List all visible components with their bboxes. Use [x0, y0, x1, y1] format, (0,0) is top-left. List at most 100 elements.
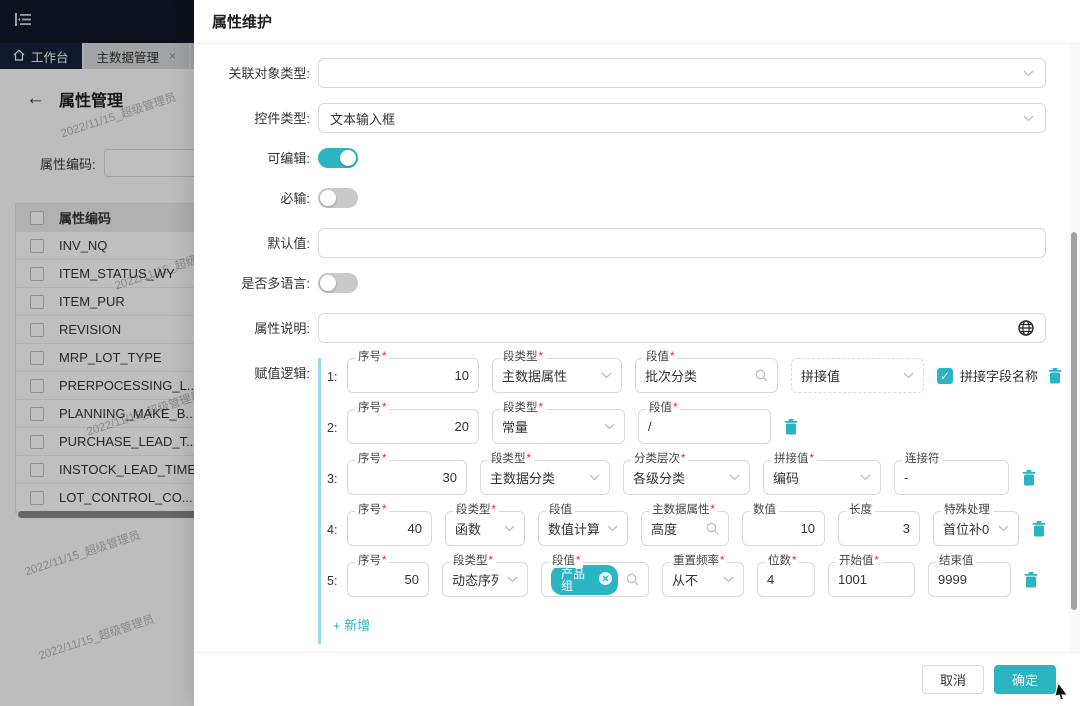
- field-label: 赋值逻辑:: [254, 366, 310, 381]
- field-value: 各级分类: [633, 471, 686, 486]
- select-特殊处理[interactable]: 特殊处理首位补0: [933, 504, 1019, 546]
- select-重置频率[interactable]: 重置频率* 从不: [662, 555, 744, 597]
- field-value: 主数据属性: [502, 369, 568, 384]
- field-value: 20: [454, 419, 469, 434]
- field-label: 必输:: [280, 191, 310, 206]
- input-序号[interactable]: 序号* 50: [347, 555, 429, 597]
- field-value: 3: [902, 521, 910, 536]
- select-分类层次[interactable]: 分类层次* 各级分类: [623, 453, 750, 495]
- attribute-maintenance-drawer: 属性维护 关联对象类型: 控件类型: 文本输入框 可编辑: 必输: 默认值: 是否多语言: 属…: [194, 0, 1080, 706]
- ok-button[interactable]: 确定: [993, 665, 1056, 694]
- select-段类型[interactable]: 段类型* 常量: [492, 402, 625, 444]
- field-value: 40: [407, 521, 422, 536]
- search-主数据属性[interactable]: 主数据属性* 高度: [641, 504, 729, 546]
- floating-label: 重置频率*: [670, 555, 728, 568]
- toggle-必输[interactable]: [318, 188, 358, 208]
- field-value: 从不: [672, 573, 699, 588]
- chevron-down-icon: [729, 474, 740, 481]
- floating-label: 连接符: [902, 453, 943, 466]
- input-位数[interactable]: 位数* 4: [757, 555, 815, 597]
- select-段类型[interactable]: 段类型* 函数: [445, 504, 525, 546]
- checkbox-checked-icon[interactable]: ✓: [937, 367, 953, 384]
- input-数值[interactable]: 数值 10: [742, 504, 825, 546]
- input-序号[interactable]: 序号* 20: [347, 402, 479, 444]
- chevron-down-icon: [860, 474, 871, 481]
- input-属性说明[interactable]: [318, 313, 1046, 343]
- field-value: 首位补0: [943, 522, 990, 537]
- delete-row-button[interactable]: [1032, 520, 1046, 537]
- search-icon: [626, 573, 639, 586]
- input-结束值[interactable]: 结束值 9999: [928, 555, 1011, 597]
- field-value: 主数据分类: [490, 471, 556, 486]
- select-拼接值[interactable]: 拼接值: [791, 358, 924, 393]
- select-拼接值[interactable]: 拼接值* 编码: [763, 453, 881, 495]
- field-value: 编码: [773, 471, 800, 486]
- search-段值[interactable]: 段值* 产品组: [541, 555, 649, 597]
- floating-label: 序号*: [355, 504, 390, 517]
- select-控件类型[interactable]: 文本输入框: [318, 103, 1046, 133]
- field-value: -: [904, 470, 909, 485]
- field-value: 高度: [651, 522, 678, 537]
- chevron-down-icon: [601, 372, 612, 379]
- field-label: 属性说明:: [254, 321, 310, 336]
- floating-label: 特殊处理: [941, 504, 993, 517]
- delete-row-button[interactable]: [784, 418, 798, 435]
- row-index: 2:: [327, 420, 338, 435]
- input-段值[interactable]: 段值* /: [638, 402, 771, 444]
- add-row-button[interactable]: + 新增: [333, 615, 370, 634]
- drawer-body: 关联对象类型: 控件类型: 文本输入框 可编辑: 必输: 默认值: 是否多语言: 属性说明: 赋…: [194, 44, 1080, 652]
- field-value: 50: [404, 572, 419, 587]
- field-value: 函数: [455, 522, 482, 537]
- field-value: 批次分类: [645, 369, 698, 384]
- delete-row-button[interactable]: [1048, 367, 1062, 384]
- input-序号[interactable]: 序号* 40: [347, 504, 432, 546]
- row-index: 4:: [327, 522, 338, 537]
- select-段值[interactable]: 段值数值计算转换: [538, 504, 628, 546]
- select-段类型[interactable]: 段类型* 主数据分类: [480, 453, 610, 495]
- screen: 工作台主数据管理×数 ← 属性管理 属性编码: 属性编码INV_NQITEM_S…: [0, 0, 1080, 706]
- select-段类型[interactable]: 段类型* 主数据属性: [492, 351, 622, 393]
- toggle-可编辑[interactable]: [318, 148, 358, 168]
- mouse-cursor-icon: [1055, 683, 1068, 704]
- search-icon: [755, 369, 768, 382]
- drawer-scrollbar[interactable]: [1071, 232, 1077, 610]
- floating-label: 段类型*: [453, 504, 499, 517]
- cancel-button[interactable]: 取消: [921, 665, 984, 694]
- floating-label: 结束值: [936, 555, 977, 568]
- value-tag[interactable]: 产品组: [551, 564, 618, 595]
- select-段类型[interactable]: 段类型* 动态序列码: [442, 555, 528, 597]
- floating-label: 数值: [750, 504, 779, 517]
- field-value: /: [648, 419, 652, 434]
- select-关联对象类型[interactable]: [318, 58, 1046, 88]
- assignment-row: 3: 序号* 30 段类型* 主数据分类 分类层次* 各级分类 拼接值* 编码 连接符 -: [327, 453, 1046, 495]
- input-默认值[interactable]: [318, 228, 1046, 258]
- input-序号[interactable]: 序号* 30: [347, 453, 467, 495]
- delete-row-button[interactable]: [1022, 469, 1036, 486]
- field-value: 文本输入框: [330, 111, 396, 127]
- chevron-down-icon: [507, 576, 518, 583]
- input-连接符[interactable]: 连接符 -: [894, 453, 1009, 495]
- checkbox-label: 拼接字段名称: [960, 369, 1039, 384]
- input-开始值[interactable]: 开始值* 1001: [828, 555, 915, 597]
- assignment-row: 4: 序号* 40 段类型* 函数 段值数值计算转换 主数据属性* 高度 数值 10 长度 3 特殊处理…: [327, 504, 1046, 546]
- tag-close-icon[interactable]: [599, 572, 612, 587]
- row-index: 5:: [327, 573, 338, 588]
- toggle-是否多语言[interactable]: [318, 273, 358, 293]
- floating-label: 长度: [846, 504, 875, 517]
- globe-icon[interactable]: [1018, 320, 1034, 336]
- floating-label: 段类型*: [500, 351, 546, 364]
- floating-label: 主数据属性*: [649, 504, 718, 517]
- assignment-logic-section: 1: 序号* 10 段类型* 主数据属性 段值* 批次分类 拼接值 ✓ 拼接字段名称 2: 序号* 20…: [318, 351, 1062, 644]
- floating-label: 序号*: [355, 351, 390, 364]
- input-序号[interactable]: 序号* 10: [347, 351, 479, 393]
- floating-label: 段值*: [549, 555, 584, 568]
- search-段值[interactable]: 段值* 批次分类: [635, 351, 778, 393]
- field-label: 控件类型:: [254, 111, 310, 126]
- input-长度[interactable]: 长度 3: [838, 504, 920, 546]
- assignment-row: 2: 序号* 20 段类型* 常量 段值* /: [327, 402, 1046, 444]
- field-label: 可编辑:: [267, 151, 310, 166]
- field-value: 30: [442, 470, 457, 485]
- delete-row-button[interactable]: [1024, 571, 1038, 588]
- chevron-down-icon: [607, 525, 618, 532]
- checkbox-拼接字段名称[interactable]: ✓ 拼接字段名称: [937, 366, 1038, 385]
